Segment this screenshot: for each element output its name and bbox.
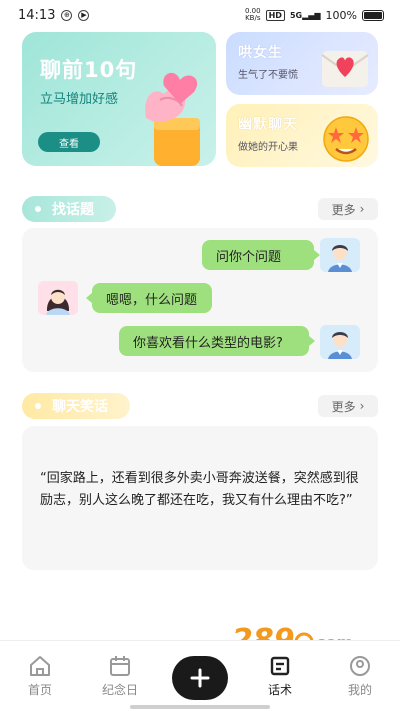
more-jokes-button[interactable]: 更多 › — [318, 395, 378, 417]
section-title-text: 找话题 — [52, 202, 94, 218]
tab-label: 话术 — [267, 683, 292, 697]
signal-bars-icon: ▂▄▆ — [302, 10, 321, 20]
joke-card[interactable]: “回家路上，还看到很多外卖小哥奔波送餐，突然感到很励志，别人这么晚了都还在吃，我… — [22, 426, 378, 570]
coax-girl-card[interactable]: 哄女生 生气了不要慌 — [226, 32, 378, 95]
tab-profile[interactable]: 我的 — [330, 655, 390, 698]
message-icon — [270, 656, 290, 676]
section-title-joke: 聊天笑话 — [22, 393, 130, 419]
battery-fill — [364, 11, 382, 19]
tab-label: 纪念日 — [101, 683, 138, 697]
bullet-dot-icon — [35, 206, 41, 212]
calendar-icon — [110, 656, 130, 676]
home-indicator[interactable] — [130, 705, 270, 709]
more-topics-button[interactable]: 更多 › — [318, 198, 378, 220]
card-title: 聊前10句 — [40, 58, 138, 82]
tab-anniversary[interactable]: 纪念日 — [90, 655, 150, 698]
male-avatar-icon — [320, 238, 360, 272]
signal-label: 5G — [289, 10, 303, 20]
section-title-topic: 找话题 — [22, 196, 116, 222]
status-left: 14:13 ⊕ ▶ — [18, 7, 90, 23]
notification-icon: ⊕ — [61, 9, 73, 21]
card-subtitle: 立马增加好感 — [40, 92, 119, 107]
chat-bubble: 嗯嗯，什么问题 — [86, 283, 212, 313]
section-title-text: 聊天笑话 — [52, 399, 108, 415]
card-subtitle: 生气了不要慌 — [238, 70, 298, 81]
play-icon: ▶ — [78, 9, 90, 21]
heart-hand-illustration — [145, 72, 200, 166]
chat-bubble: 问你个问题 — [202, 240, 320, 270]
card-title: 幽默聊天 — [238, 117, 298, 133]
topic-chat-panel[interactable]: 问你个问题 嗯嗯，什么问题 你喜欢看什么类型的电影? — [22, 228, 378, 372]
profile-icon — [350, 656, 370, 676]
bullet-dot-icon — [35, 403, 41, 409]
plus-icon — [190, 668, 210, 688]
chat-bubble: 你喜欢看什么类型的电影? — [119, 326, 315, 356]
tab-label: 我的 — [347, 683, 372, 697]
more-label: 更多 — [331, 202, 356, 217]
status-time: 14:13 — [18, 7, 56, 23]
net-speed-unit: KB/s — [245, 14, 261, 22]
net-speed: 0.00 KB/s — [245, 8, 261, 22]
joke-text: “回家路上，还看到很多外卖小哥奔波送餐，突然感到很励志，别人这么晚了都还在吃，我… — [40, 471, 359, 508]
chevron-right-icon: › — [359, 202, 365, 216]
first-ten-lines-card[interactable]: 聊前10句 立马增加好感 查看 — [22, 32, 216, 166]
card-subtitle: 做她的开心果 — [238, 142, 298, 153]
male-avatar-icon — [320, 325, 360, 359]
battery-icon — [362, 9, 384, 21]
more-label: 更多 — [331, 399, 356, 414]
star-eyes-emoji-icon — [323, 116, 369, 162]
battery-text: 100% — [325, 8, 357, 22]
home-icon — [30, 656, 50, 676]
status-right: 0.00 KB/s HD 5G▂▄▆ 100% — [245, 8, 384, 22]
tab-home[interactable]: 首页 — [10, 655, 70, 698]
chevron-right-icon: › — [359, 399, 365, 413]
card-title: 哄女生 — [238, 45, 283, 61]
hd-icon: HD — [265, 9, 285, 21]
humor-chat-card[interactable]: 幽默聊天 做她的开心果 — [226, 104, 378, 167]
tab-label: 首页 — [27, 683, 52, 697]
female-avatar-icon — [38, 281, 78, 315]
tab-talk[interactable]: 话术 — [250, 655, 310, 698]
status-bar: 14:13 ⊕ ▶ 0.00 KB/s HD 5G▂▄▆ 100% — [0, 0, 400, 30]
signal-icon: 5G▂▄▆ — [290, 11, 321, 20]
view-button[interactable]: 查看 — [38, 132, 100, 152]
add-button[interactable] — [172, 656, 228, 700]
heart-envelope-icon — [321, 51, 369, 87]
